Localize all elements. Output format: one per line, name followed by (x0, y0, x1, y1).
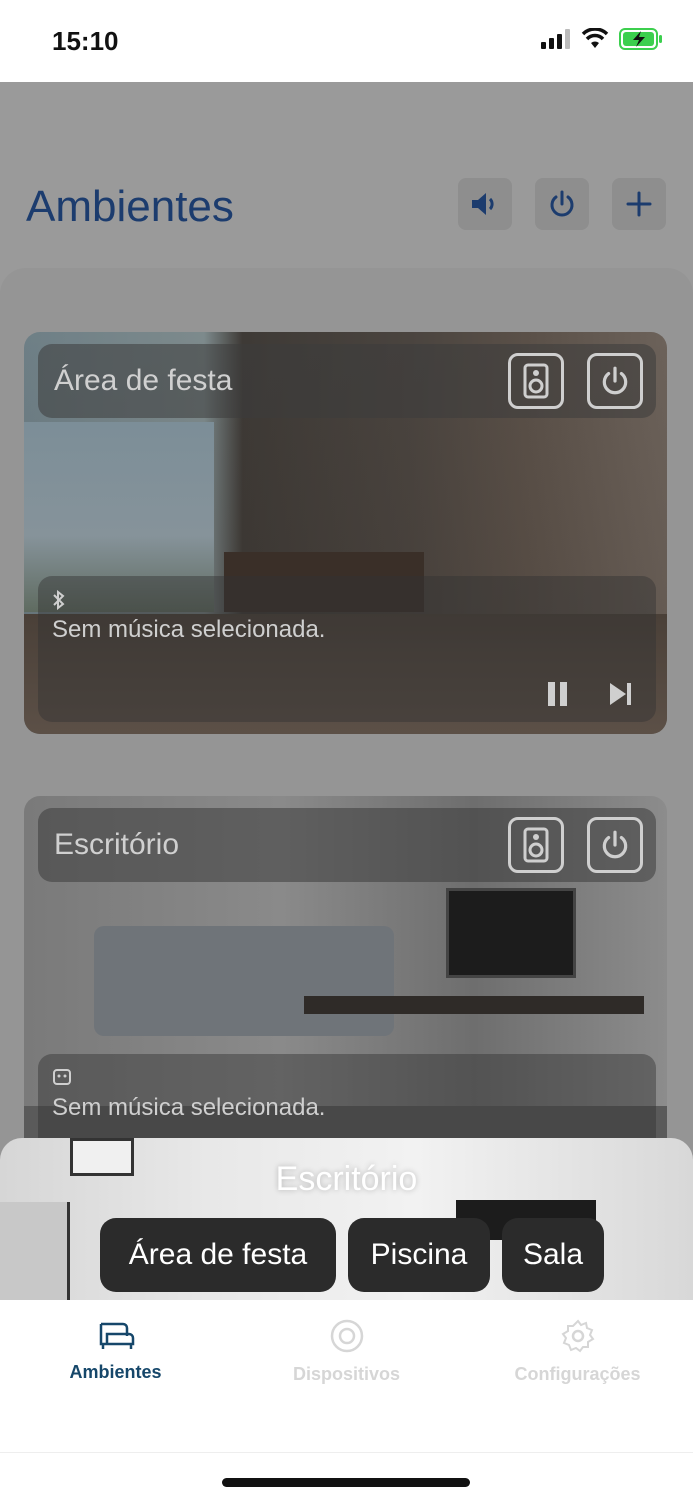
source-icon (52, 1068, 72, 1091)
wifi-icon (581, 28, 609, 48)
tab-label: Dispositivos (292, 1364, 401, 1384)
speaker-icon (523, 827, 549, 863)
plus-icon (626, 191, 652, 217)
tab-label: Ambientes (69, 1362, 162, 1382)
room-option-sala[interactable]: Sala (502, 1218, 604, 1292)
pause-icon[interactable] (546, 680, 570, 708)
tab-configuracoes[interactable]: Configurações (462, 1318, 693, 1398)
tab-bar: Ambientes Dispositivos Configurações (0, 1300, 693, 1500)
room-switcher: Escritório Área de festa Piscina Sala (0, 1138, 693, 1300)
add-room-button[interactable] (612, 178, 666, 230)
bluetooth-icon (52, 589, 66, 615)
battery-icon (619, 28, 662, 50)
room-header: Área de festa (38, 344, 656, 418)
signal-icon (541, 29, 570, 49)
room-header: Escritório (38, 808, 656, 882)
power-icon (550, 190, 574, 217)
room-option-area-de-festa[interactable]: Área de festa (100, 1218, 336, 1292)
page-title: Ambientes (26, 182, 234, 231)
power-icon (602, 366, 628, 395)
tab-dispositivos[interactable]: Dispositivos (231, 1318, 462, 1398)
speaker-button[interactable] (508, 817, 564, 873)
now-playing-text: Sem música selecionada. (52, 1094, 326, 1121)
status-bar: 15:10 (0, 0, 693, 82)
room-option-piscina[interactable]: Piscina (348, 1218, 490, 1292)
room-card-area-de-festa[interactable]: Área de festa Sem música selecionada. (24, 332, 667, 734)
tab-ambientes[interactable]: Ambientes (0, 1318, 231, 1398)
tab-label: Configurações (514, 1364, 641, 1384)
divider (0, 1452, 693, 1453)
room-name: Área de festa (54, 364, 233, 397)
home-indicator[interactable] (222, 1478, 470, 1487)
sofa-icon (99, 1322, 134, 1349)
now-playing-text: Sem música selecionada. (52, 616, 326, 643)
power-all-button[interactable] (535, 178, 589, 230)
room-name: Escritório (54, 828, 180, 861)
status-icons (541, 28, 663, 50)
next-track-icon[interactable] (608, 680, 634, 708)
gear-icon (561, 1319, 594, 1353)
status-time: 15:10 (52, 26, 119, 56)
room-power-button[interactable] (587, 817, 643, 873)
speaker-circle-icon (330, 1319, 363, 1353)
playback-controls (546, 680, 634, 708)
room-power-button[interactable] (587, 353, 643, 409)
switcher-current-room: Escritório (275, 1160, 418, 1198)
power-icon (602, 830, 628, 859)
speaker-volume-icon (472, 193, 494, 215)
app-screen: Ambientes Área de festa Sem música selec… (0, 82, 693, 1300)
player-bar: Sem música selecionada. (38, 576, 656, 722)
speaker-button[interactable] (508, 353, 564, 409)
volume-button[interactable] (458, 178, 512, 230)
speaker-icon (523, 363, 549, 399)
